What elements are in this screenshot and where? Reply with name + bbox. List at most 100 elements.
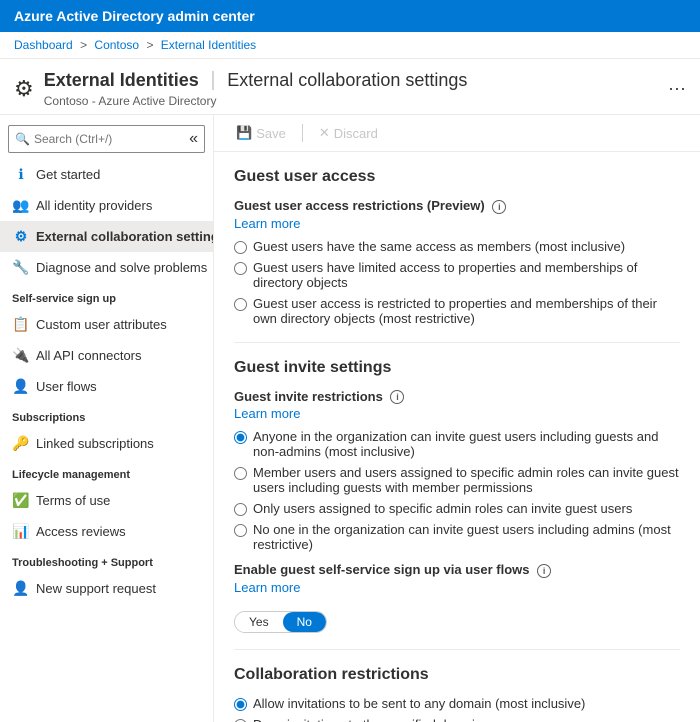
guest-access-title: Guest user access [234,168,680,186]
divider-1 [234,342,680,343]
guest-invite-option-2[interactable]: Member users and users assigned to speci… [234,465,680,495]
save-icon: 💾 [236,125,252,141]
guest-invite-option-4[interactable]: No one in the organization can invite gu… [234,522,680,552]
collab-restriction-option-2[interactable]: Deny invitations to the specified domain… [234,717,680,722]
guest-invite-radio-1[interactable] [234,431,247,444]
collab-restrictions-title: Collaboration restrictions [234,666,680,684]
page-header: ⚙ External Identities | External collabo… [0,59,700,115]
collapse-button[interactable]: « [189,130,198,148]
support-icon: 👤 [12,580,30,597]
guest-invite-radio-3[interactable] [234,503,247,516]
guest-access-learn-more[interactable]: Learn more [234,216,680,231]
sidebar-label-terms-of-use: Terms of use [36,493,110,508]
content-area: Guest user access Guest user access rest… [214,152,700,722]
page-title: External Identities [44,70,199,90]
discard-icon: ✕ [319,125,330,141]
sidebar-item-terms-of-use[interactable]: ✅ Terms of use [0,485,213,516]
sidebar-item-new-support-request[interactable]: 👤 New support request [0,573,213,604]
section-label-troubleshooting: Troubleshooting + Support [0,547,213,573]
toolbar: 💾 Save ✕ Discard [214,115,700,152]
toggle-no[interactable]: No [283,612,326,632]
guest-access-field-label: Guest user access restrictions (Preview)… [234,198,680,214]
sidebar-item-linked-subscriptions[interactable]: 🔑 Linked subscriptions [0,428,213,459]
search-icon: 🔍 [15,132,30,146]
collab-restrictions-options: Allow invitations to be sent to any doma… [234,696,680,722]
sidebar-label-custom-user-attributes: Custom user attributes [36,317,167,332]
guest-invite-title: Guest invite settings [234,359,680,377]
guest-invite-radio-4[interactable] [234,524,247,537]
sidebar-item-external-collaboration-settings[interactable]: ⚙ External collaboration settings [0,221,213,252]
terms-of-use-icon: ✅ [12,492,30,509]
sidebar-label-access-reviews: Access reviews [36,524,126,539]
breadcrumb: Dashboard > Contoso > External Identitie… [0,32,700,59]
custom-attributes-icon: 📋 [12,316,30,333]
guest-invite-radio-2[interactable] [234,467,247,480]
sidebar-label-diagnose-and-solve: Diagnose and solve problems [36,260,207,275]
linked-subscriptions-icon: 🔑 [12,435,30,452]
collab-restriction-option-1[interactable]: Allow invitations to be sent to any doma… [234,696,680,711]
sidebar-item-user-flows[interactable]: 👤 User flows [0,371,213,402]
guest-invite-info-icon[interactable]: i [390,390,404,404]
guest-invite-options: Anyone in the organization can invite gu… [234,429,680,552]
guest-access-option-3[interactable]: Guest user access is restricted to prope… [234,296,680,326]
save-button[interactable]: 💾 Save [230,121,292,145]
guest-invite-option-3[interactable]: Only users assigned to specific admin ro… [234,501,680,516]
sidebar-label-new-support-request: New support request [36,581,156,596]
guest-invite-field-label: Guest invite restrictions i [234,389,680,405]
toolbar-divider [302,124,303,142]
search-input[interactable] [34,132,185,146]
section-label-subscriptions: Subscriptions [0,402,213,428]
guest-access-option-1[interactable]: Guest users have the same access as memb… [234,239,680,254]
main-layout: 🔍 « ℹ Get started 👥 All identity provide… [0,115,700,722]
sidebar-label-all-api-connectors: All API connectors [36,348,142,363]
breadcrumb-external-identities[interactable]: External Identities [161,38,256,52]
sidebar-item-all-api-connectors[interactable]: 🔌 All API connectors [0,340,213,371]
guest-access-radio-2[interactable] [234,262,247,275]
access-reviews-icon: 📊 [12,523,30,540]
collab-settings-icon: ⚙ [12,228,30,245]
sidebar-label-external-collaboration-settings: External collaboration settings [36,229,214,244]
discard-button[interactable]: ✕ Discard [313,121,384,145]
more-options-button[interactable]: ··· [668,78,686,99]
discard-label: Discard [334,126,378,141]
self-service-label: Enable guest self-service sign up via us… [234,562,680,578]
org-name: Contoso - Azure Active Directory [44,94,468,108]
self-service-info-icon[interactable]: i [537,564,551,578]
sidebar-item-all-identity-providers[interactable]: 👥 All identity providers [0,190,213,221]
guest-access-option-2[interactable]: Guest users have limited access to prope… [234,260,680,290]
breadcrumb-dashboard[interactable]: Dashboard [14,38,73,52]
guest-access-radio-1[interactable] [234,241,247,254]
toggle-switch[interactable]: Yes No [234,611,327,633]
diagnose-icon: 🔧 [12,259,30,276]
info-icon: ℹ [12,166,30,183]
collab-restriction-radio-1[interactable] [234,698,247,711]
self-service-signup-section: Enable guest self-service sign up via us… [234,562,680,633]
guest-invite-learn-more[interactable]: Learn more [234,406,680,421]
sidebar-item-custom-user-attributes[interactable]: 📋 Custom user attributes [0,309,213,340]
sidebar-label-all-identity-providers: All identity providers [36,198,152,213]
guest-access-radio-3[interactable] [234,298,247,311]
page-header-icon: ⚙ [14,76,34,102]
user-flows-icon: 👤 [12,378,30,395]
sidebar: 🔍 « ℹ Get started 👥 All identity provide… [0,115,214,722]
identity-providers-icon: 👥 [12,197,30,214]
self-service-learn-more[interactable]: Learn more [234,580,680,595]
page-subtitle: External collaboration settings [227,70,467,90]
breadcrumb-contoso[interactable]: Contoso [94,38,139,52]
toggle-yes[interactable]: Yes [235,612,283,632]
api-connectors-icon: 🔌 [12,347,30,364]
sidebar-item-diagnose-and-solve[interactable]: 🔧 Diagnose and solve problems [0,252,213,283]
save-label: Save [256,126,286,141]
guest-access-options: Guest users have the same access as memb… [234,239,680,326]
top-bar: Azure Active Directory admin center [0,0,700,32]
section-label-lifecycle: Lifecycle management [0,459,213,485]
page-header-text: External Identities | External collabora… [44,69,468,108]
sidebar-item-get-started[interactable]: ℹ Get started [0,159,213,190]
sidebar-label-get-started: Get started [36,167,100,182]
sidebar-item-access-reviews[interactable]: 📊 Access reviews [0,516,213,547]
sidebar-label-linked-subscriptions: Linked subscriptions [36,436,154,451]
section-label-self-service: Self-service sign up [0,283,213,309]
guest-invite-option-1[interactable]: Anyone in the organization can invite gu… [234,429,680,459]
guest-access-info-icon[interactable]: i [492,200,506,214]
search-box[interactable]: 🔍 « [8,125,205,153]
